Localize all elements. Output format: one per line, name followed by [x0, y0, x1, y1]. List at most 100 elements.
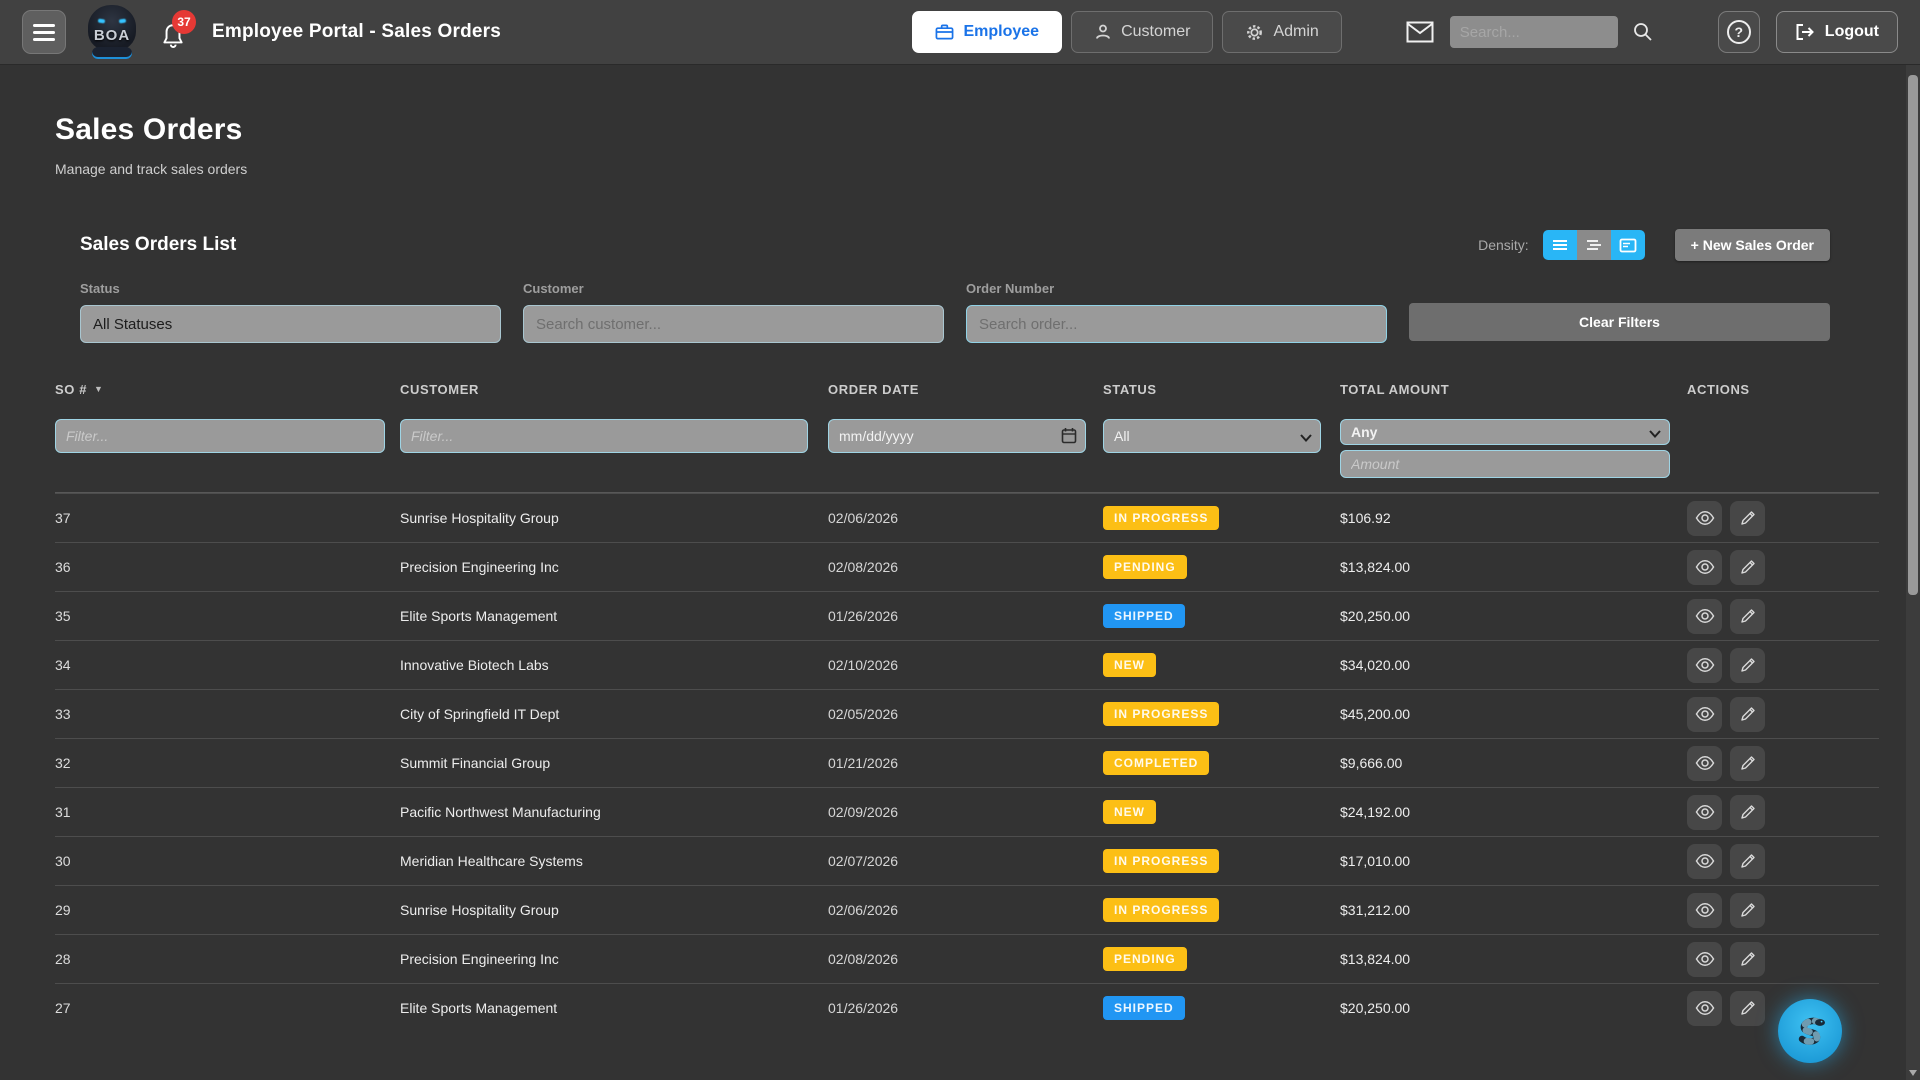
edit-order-button[interactable] — [1730, 991, 1765, 1026]
status-filter-select[interactable]: All Statuses — [80, 305, 501, 343]
view-order-button[interactable] — [1687, 942, 1722, 977]
table-row[interactable]: 29 Sunrise Hospitality Group 02/06/2026 … — [55, 885, 1879, 934]
so-column-filter-input[interactable] — [55, 419, 385, 453]
column-header-status[interactable]: STATUS — [1103, 382, 1340, 397]
cell-order-date: 02/06/2026 — [828, 510, 1103, 526]
column-header-so[interactable]: SO # ▼ — [55, 382, 400, 397]
mail-button[interactable] — [1406, 21, 1434, 43]
nav-tab-admin[interactable]: Admin — [1222, 11, 1341, 53]
cell-total-amount: $13,824.00 — [1340, 559, 1687, 575]
status-column-filter-select[interactable]: All — [1103, 419, 1321, 453]
edit-order-button[interactable] — [1730, 501, 1765, 536]
scrollbar-thumb[interactable] — [1908, 75, 1918, 595]
table-row[interactable]: 36 Precision Engineering Inc 02/08/2026 … — [55, 542, 1879, 591]
edit-order-button[interactable] — [1730, 795, 1765, 830]
scrollbar-down-arrow[interactable] — [1909, 1070, 1917, 1076]
search-submit-button[interactable] — [1632, 21, 1654, 43]
edit-order-button[interactable] — [1730, 746, 1765, 781]
customer-column-filter-input[interactable] — [400, 419, 808, 453]
calendar-icon[interactable] — [1061, 427, 1077, 449]
view-order-button[interactable] — [1687, 550, 1722, 585]
customer-filter-input[interactable] — [523, 305, 944, 343]
density-comfortable-button[interactable] — [1611, 230, 1645, 260]
vertical-scrollbar[interactable] — [1906, 65, 1920, 1080]
cell-total-amount: $31,212.00 — [1340, 902, 1687, 918]
column-header-total-amount[interactable]: TOTAL AMOUNT — [1340, 382, 1687, 397]
density-normal-button[interactable] — [1577, 230, 1611, 260]
cell-order-date: 02/08/2026 — [828, 951, 1103, 967]
panel-header: Sales Orders List Density: — [80, 229, 1830, 261]
cell-actions — [1687, 599, 1879, 634]
density-toggle-group — [1543, 230, 1645, 260]
table-row[interactable]: 34 Innovative Biotech Labs 02/10/2026 NE… — [55, 640, 1879, 689]
eye-icon — [1695, 755, 1715, 771]
cell-so-number: 37 — [55, 510, 400, 526]
order-number-filter-input[interactable] — [966, 305, 1387, 343]
view-order-button[interactable] — [1687, 697, 1722, 732]
view-order-button[interactable] — [1687, 648, 1722, 683]
edit-order-button[interactable] — [1730, 942, 1765, 977]
table-row[interactable]: 28 Precision Engineering Inc 02/08/2026 … — [55, 934, 1879, 983]
eye-icon — [1695, 902, 1715, 918]
table-row[interactable]: 32 Summit Financial Group 01/21/2026 COM… — [55, 738, 1879, 787]
new-sales-order-button[interactable]: + New Sales Order — [1675, 229, 1830, 261]
edit-order-button[interactable] — [1730, 648, 1765, 683]
cell-customer: Sunrise Hospitality Group — [400, 510, 828, 526]
customer-filter-group: Customer — [523, 281, 944, 343]
view-order-button[interactable] — [1687, 501, 1722, 536]
view-order-button[interactable] — [1687, 795, 1722, 830]
cell-order-date: 02/08/2026 — [828, 559, 1103, 575]
panel-controls: Density: — [1478, 229, 1830, 261]
view-order-button[interactable] — [1687, 599, 1722, 634]
clear-filters-button[interactable]: Clear Filters — [1409, 303, 1830, 341]
table-row[interactable]: 30 Meridian Healthcare Systems 02/07/202… — [55, 836, 1879, 885]
order-date-filter-input[interactable] — [828, 419, 1086, 453]
search-icon — [1632, 21, 1654, 43]
eye-icon — [1695, 657, 1715, 673]
help-button[interactable]: ? — [1718, 11, 1760, 53]
table-row[interactable]: 33 City of Springfield IT Dept 02/05/202… — [55, 689, 1879, 738]
amount-column-filter: Any — [1340, 419, 1670, 478]
cell-so-number: 31 — [55, 804, 400, 820]
table-row[interactable]: 37 Sunrise Hospitality Group 02/06/2026 … — [55, 493, 1879, 542]
table-row[interactable]: 31 Pacific Northwest Manufacturing 02/09… — [55, 787, 1879, 836]
logout-button[interactable]: Logout — [1776, 11, 1898, 53]
sales-orders-table: SO # ▼ CUSTOMER ORDER DATE STATUS TOTAL … — [55, 369, 1879, 1032]
nav-tab-employee[interactable]: Employee — [912, 11, 1062, 53]
cell-so-number: 28 — [55, 951, 400, 967]
view-order-button[interactable] — [1687, 746, 1722, 781]
pencil-icon — [1740, 510, 1756, 526]
edit-order-button[interactable] — [1730, 844, 1765, 879]
edit-order-button[interactable] — [1730, 697, 1765, 732]
edit-order-button[interactable] — [1730, 599, 1765, 634]
density-compact-button[interactable] — [1543, 230, 1577, 260]
column-header-order-date[interactable]: ORDER DATE — [828, 382, 1103, 397]
cell-actions — [1687, 795, 1879, 830]
notifications-button[interactable]: 37 — [160, 12, 194, 52]
table-row[interactable]: 35 Elite Sports Management 01/26/2026 SH… — [55, 591, 1879, 640]
status-badge: IN PROGRESS — [1103, 849, 1219, 873]
global-search-input[interactable] — [1450, 16, 1618, 48]
logo-tail — [92, 47, 132, 59]
cell-actions — [1687, 648, 1879, 683]
menu-button[interactable] — [22, 10, 66, 54]
status-badge: IN PROGRESS — [1103, 506, 1219, 530]
table-row[interactable]: 27 Elite Sports Management 01/26/2026 SH… — [55, 983, 1879, 1032]
assistant-fab-button[interactable] — [1778, 999, 1842, 1063]
page-header-title: Employee Portal - Sales Orders — [212, 21, 501, 43]
column-header-customer[interactable]: CUSTOMER — [400, 382, 828, 397]
edit-order-button[interactable] — [1730, 893, 1765, 928]
amount-operator-select[interactable]: Any — [1340, 419, 1670, 445]
nav-tab-customer[interactable]: Customer — [1071, 11, 1213, 53]
edit-order-button[interactable] — [1730, 550, 1765, 585]
amount-filter-input[interactable] — [1340, 450, 1670, 478]
status-filter-label: Status — [80, 281, 501, 296]
cell-total-amount: $13,824.00 — [1340, 951, 1687, 967]
view-order-button[interactable] — [1687, 844, 1722, 879]
view-order-button[interactable] — [1687, 991, 1722, 1026]
main-content: Sales Orders Manage and track sales orde… — [0, 65, 1920, 1080]
view-order-button[interactable] — [1687, 893, 1722, 928]
eye-icon — [1695, 951, 1715, 967]
amount-operator-wrap: Any — [1340, 419, 1670, 445]
cell-total-amount: $17,010.00 — [1340, 853, 1687, 869]
